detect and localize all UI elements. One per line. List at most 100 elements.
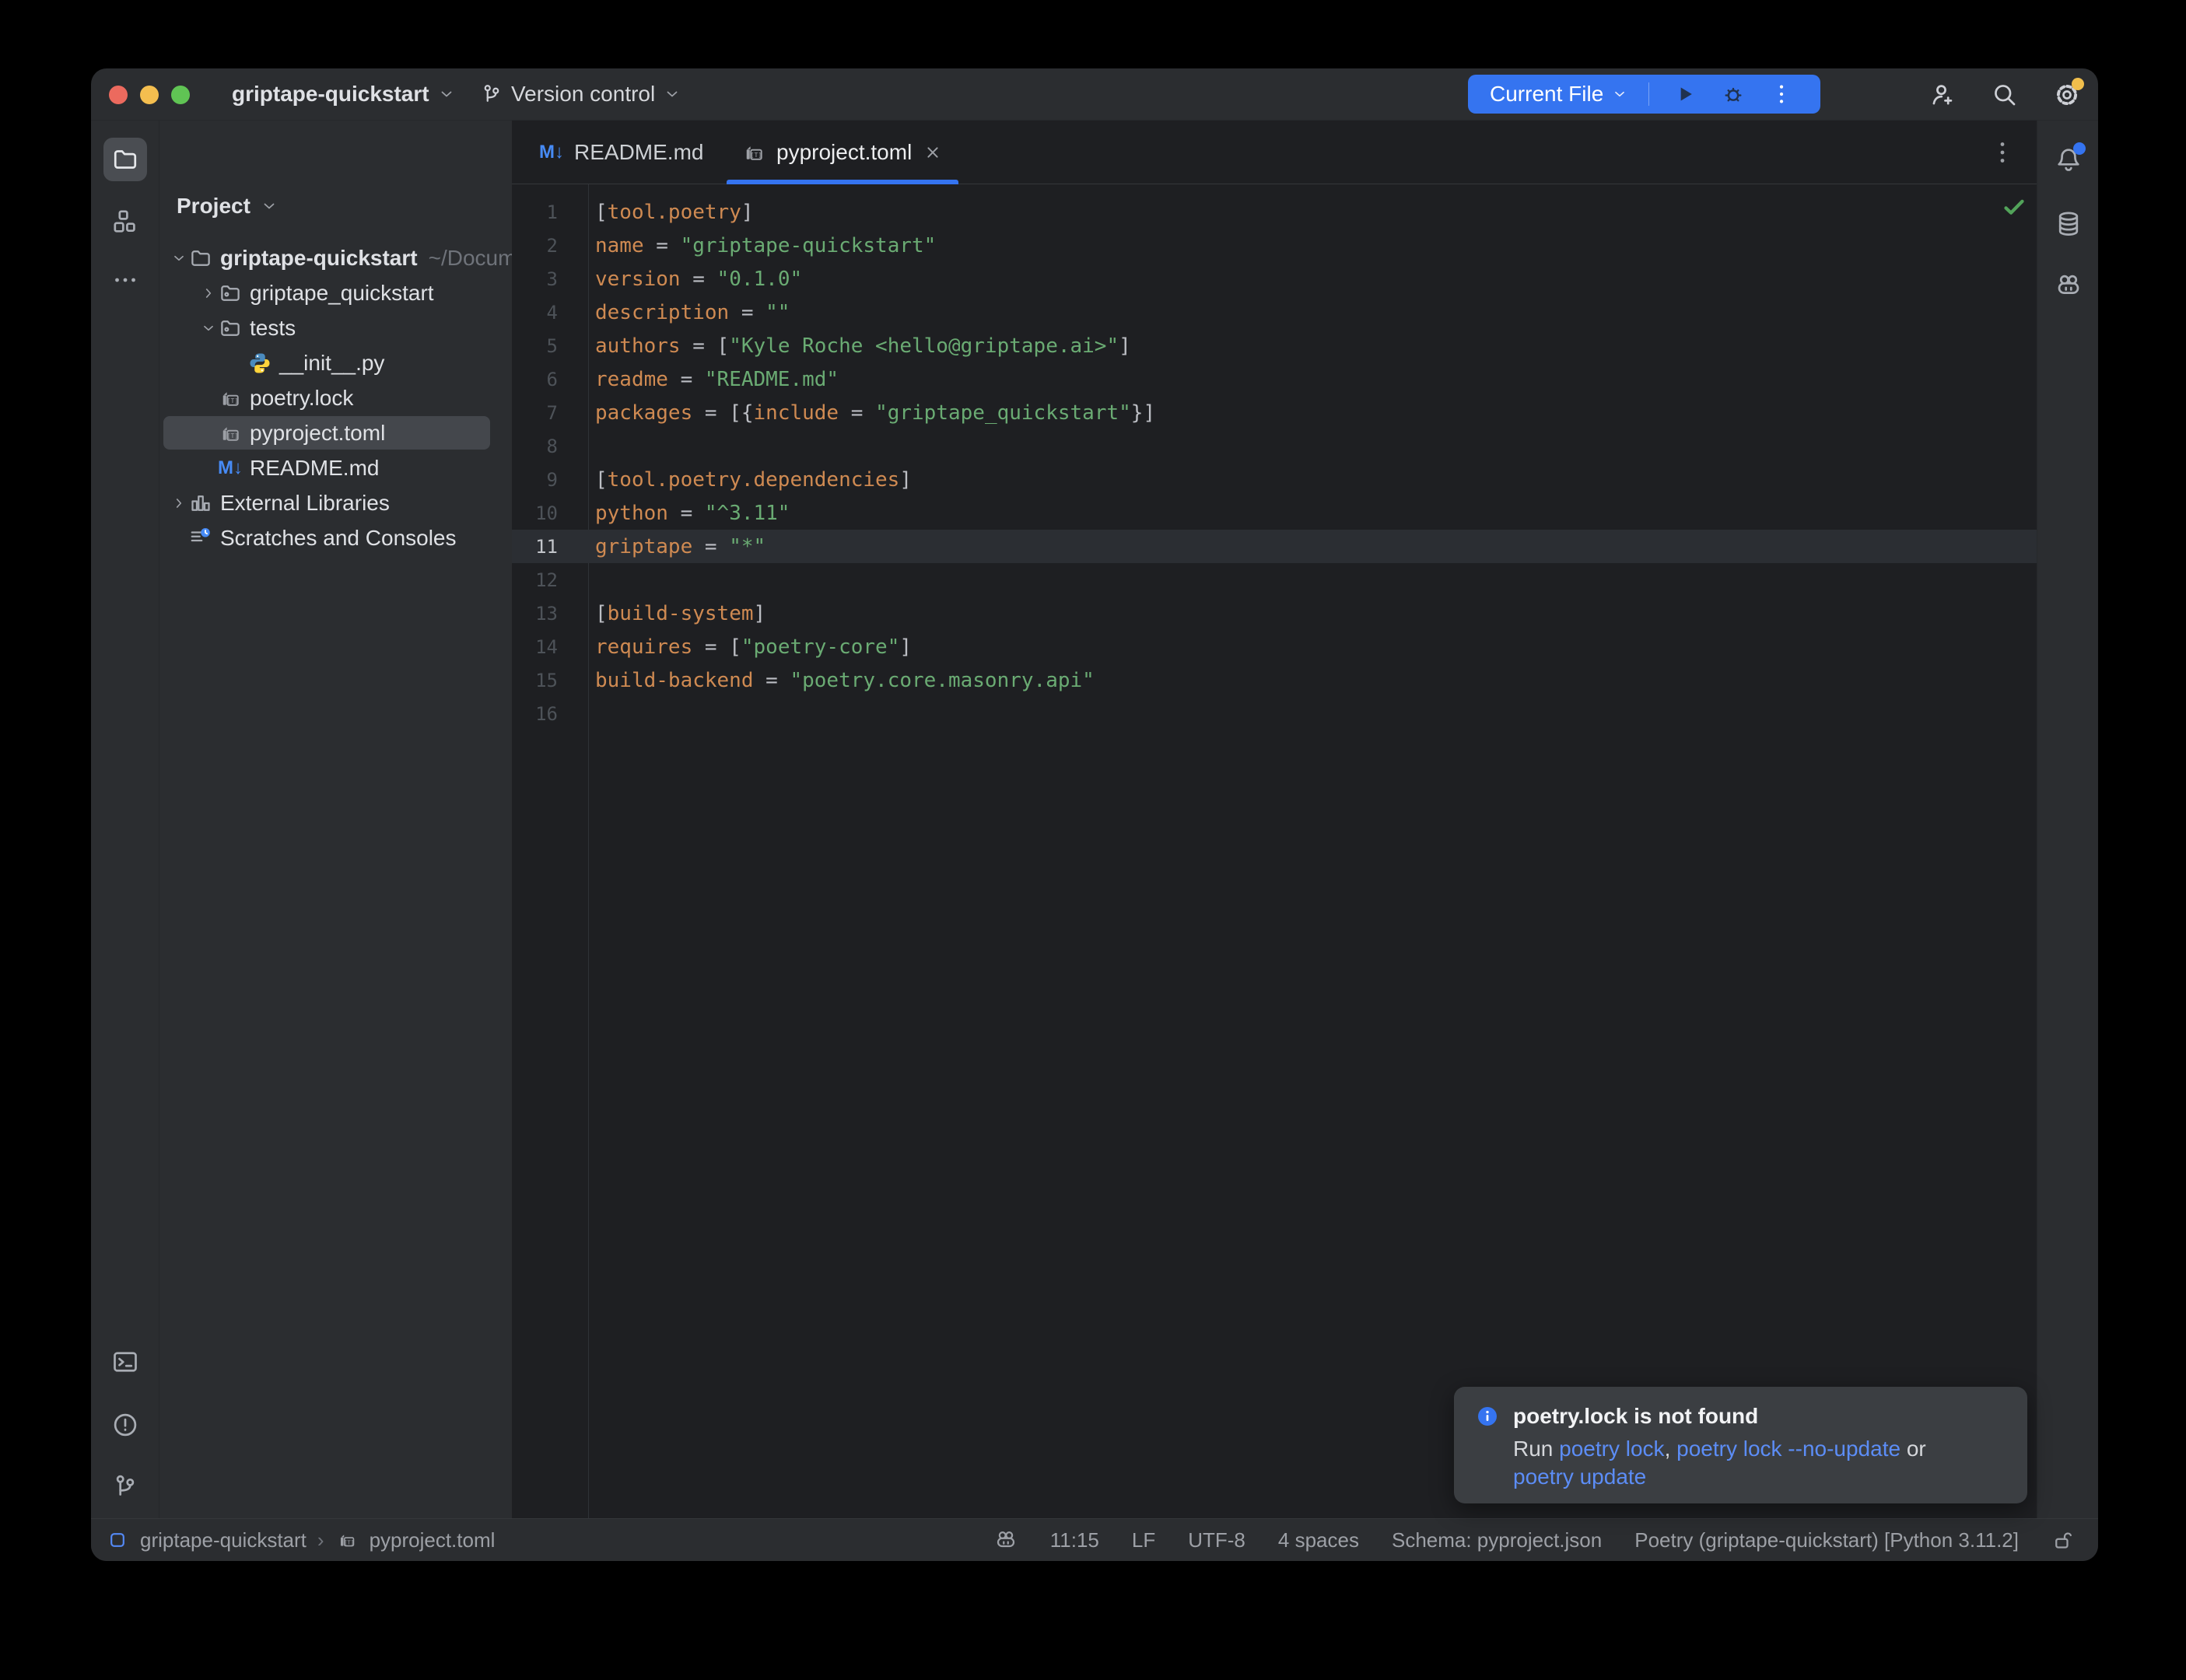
chevron-down-icon[interactable] [198,310,219,345]
tree-item-readme-md[interactable]: M↓README.md [159,450,512,485]
toml-icon: [T] [742,141,765,164]
version-control-tool-button[interactable] [103,1465,147,1508]
project-panel-header[interactable]: Project [159,188,279,223]
code-line-13[interactable]: 13[build-system] [512,597,2037,630]
minimize-window-button[interactable] [140,86,159,104]
code-line-11[interactable]: 11griptape = "*" [512,530,2037,563]
code-text: name = "griptape-quickstart" [558,234,936,257]
line-number: 13 [512,603,558,625]
code-line-10[interactable]: 10python = "^3.11" [512,496,2037,530]
interpreter[interactable]: Poetry (griptape-quickstart) [Python 3.1… [1634,1528,2019,1552]
notification-link[interactable]: poetry update [1513,1465,1646,1489]
line-number: 4 [512,302,558,324]
settings-icon[interactable] [2053,81,2081,109]
chevron-down-icon [260,197,279,215]
tree-item-griptape-quickstart[interactable]: griptape-quickstart ~/Docume [159,240,512,275]
notification-link[interactable]: poetry lock --no-update [1676,1437,1900,1461]
code-line-6[interactable]: 6readme = "README.md" [512,362,2037,396]
code-editor[interactable]: 1[tool.poetry]2name = "griptape-quicksta… [512,184,2037,730]
chevron-down-icon[interactable] [169,240,189,275]
code-line-14[interactable]: 14requires = ["poetry-core"] [512,630,2037,663]
terminal-icon [111,1348,139,1376]
tree-item-griptape-quickstart[interactable]: griptape_quickstart [159,275,512,310]
search-icon[interactable] [1991,81,2019,109]
code-line-16[interactable]: 16 [512,697,2037,730]
vcs-icon [111,1472,139,1500]
vcs-widget[interactable]: Version control [480,68,681,121]
code-line-8[interactable]: 8 [512,429,2037,463]
tab-options-icon[interactable] [1988,138,2016,166]
tree-item-tests[interactable]: tests [159,310,512,345]
breadcrumb-item[interactable]: griptape-quickstart [140,1528,307,1552]
title-bar: griptape-quickstart Version control Curr… [91,68,2098,121]
tree-item-label: griptape_quickstart [250,281,434,306]
code-line-2[interactable]: 2name = "griptape-quickstart" [512,229,2037,262]
run-configuration-widget[interactable]: Current File [1468,75,1820,114]
code-line-15[interactable]: 15build-backend = "poetry.core.masonry.a… [512,663,2037,697]
tab-pyproject-toml[interactable]: [T] pyproject.toml [723,121,962,184]
tree-item-scratches-and-consoles[interactable]: Scratches and Consoles [159,520,512,555]
folder-src-icon [219,317,242,340]
notifications-tool-button[interactable] [2047,138,2090,181]
line-number: 5 [512,335,558,357]
code-line-1[interactable]: 1[tool.poetry] [512,195,2037,229]
encoding[interactable]: UTF-8 [1188,1528,1245,1552]
code-line-3[interactable]: 3version = "0.1.0" [512,262,2037,296]
tree-item-external-libraries[interactable]: External Libraries [159,485,512,520]
svg-text:[T]: [T] [227,432,239,439]
chevron-down-icon [437,85,456,103]
svg-text:[T]: [T] [751,151,762,159]
tab-readme-md[interactable]: M↓README.md [521,121,722,184]
ai-status-icon[interactable] [994,1528,1018,1552]
breadcrumb-separator: › [317,1528,324,1552]
problems-tool-button[interactable] [103,1403,147,1447]
project-folder-tool-button[interactable] [103,138,147,181]
chevron-right-icon[interactable] [169,485,189,520]
json-schema[interactable]: Schema: pyproject.json [1392,1528,1602,1552]
project-widget[interactable]: griptape-quickstart [232,68,456,121]
line-number: 7 [512,402,558,424]
code-text: build-backend = "poetry.core.masonry.api… [558,669,1095,692]
tree-item-pyproject-toml[interactable]: [T]pyproject.toml [159,415,512,450]
code-line-9[interactable]: 9[tool.poetry.dependencies] [512,463,2037,496]
close-window-button[interactable] [109,86,128,104]
code-line-12[interactable]: 12 [512,563,2037,597]
structure-tool-button[interactable] [103,200,147,243]
run-icon[interactable] [1673,82,1697,107]
line-separator[interactable]: LF [1132,1528,1155,1552]
code-line-5[interactable]: 5authors = ["Kyle Roche <hello@griptape.… [512,329,2037,362]
line-number: 6 [512,369,558,390]
database-tool-button[interactable] [2047,202,2090,246]
tab-label: pyproject.toml [776,140,912,165]
write-access[interactable] [2051,1528,2075,1552]
close-tab-icon[interactable] [923,142,943,163]
debug-icon[interactable] [1721,82,1746,107]
cursor-position[interactable]: 11:15 [1050,1528,1099,1552]
tree-item-poetry-lock[interactable]: [T]poetry.lock [159,380,512,415]
notification-body: Run poetry lock, poetry lock --no-update… [1513,1435,2006,1491]
code-line-4[interactable]: 4description = "" [512,296,2037,329]
ai-assistant-tool-button[interactable] [2047,264,2090,307]
more-run-options-icon[interactable] [1769,82,1794,107]
add-user-icon[interactable] [1929,81,1957,109]
more-tool-windows-tool-button[interactable] [103,258,147,302]
code-text: description = "" [558,301,790,324]
tree-item-label: griptape-quickstart [220,246,418,271]
code-text: requires = ["poetry-core"] [558,635,912,659]
project-path: ~/Docume [429,246,512,271]
tree-item-label: README.md [250,456,379,481]
breadcrumb-item[interactable]: pyproject.toml [370,1528,496,1552]
tree-item--init-py[interactable]: __init__.py [159,345,512,380]
breadcrumb: griptape-quickstart›[T]pyproject.toml [106,1528,495,1552]
indent[interactable]: 4 spaces [1278,1528,1359,1552]
code-line-7[interactable]: 7packages = [{include = "griptape_quicks… [512,396,2037,429]
folder-icon [189,247,212,270]
tree-item-label: poetry.lock [250,386,353,411]
zoom-window-button[interactable] [171,86,190,104]
status-bar: griptape-quickstart›[T]pyproject.toml 11… [91,1518,2098,1561]
code-text: authors = ["Kyle Roche <hello@griptape.a… [558,334,1131,358]
database-icon [2055,210,2083,238]
terminal-tool-button[interactable] [103,1340,147,1384]
chevron-right-icon[interactable] [198,275,219,310]
notification-link[interactable]: poetry lock [1559,1437,1664,1461]
